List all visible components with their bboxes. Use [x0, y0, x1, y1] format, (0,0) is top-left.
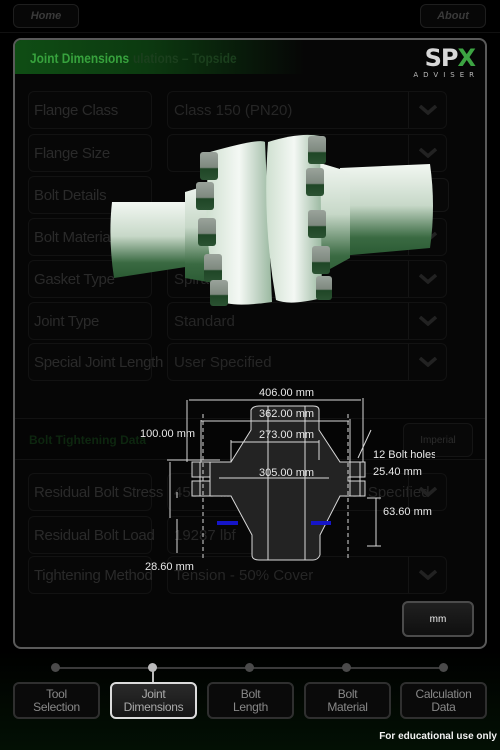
step-dot-5: [439, 663, 448, 672]
row-special-joint-length: Special Joint Length User Specified: [15, 343, 485, 381]
step-dot-1: [51, 663, 60, 672]
dim-hub-diameter: 273.00 mm: [259, 429, 314, 441]
top-divider: [0, 32, 500, 33]
logo-sub-text: ADVISER: [413, 71, 479, 79]
dim-bolt-hole-size: 25.40 mm: [373, 466, 422, 478]
chevron-down-icon[interactable]: [408, 344, 446, 380]
flange-3d-model: [110, 134, 433, 306]
special-joint-length-label: Special Joint Length: [28, 343, 163, 381]
dim-flange-thickness: 28.60 mm: [145, 561, 194, 573]
special-joint-length-select[interactable]: User Specified: [167, 343, 447, 381]
main-panel: ulations – Topside Joint Dimensions SPX …: [13, 38, 487, 649]
step-dot-4: [342, 663, 351, 672]
step-joint-dimensions[interactable]: Joint Dimensions: [110, 682, 197, 719]
step-dot-3: [245, 663, 254, 672]
dim-outer-diameter: 406.00 mm: [259, 387, 314, 399]
home-button[interactable]: Home: [13, 4, 79, 28]
step-connector: [152, 671, 154, 682]
dim-bolt-holes-count: 12 Bolt holes: [373, 449, 435, 461]
tightening-method-label: Tightening Method: [28, 556, 153, 594]
step-calculation-data[interactable]: Calculation Data: [400, 682, 487, 719]
row-flange-class: Flange Class Class 150 (PN20): [15, 91, 485, 129]
logo-sp-text: SP: [424, 44, 459, 72]
dim-bore: 305.00 mm: [259, 467, 314, 479]
panel-title: Joint Dimensions: [30, 50, 130, 66]
right-pipe: [340, 164, 433, 256]
unit-toggle-button[interactable]: mm: [402, 601, 474, 637]
step-bolt-length[interactable]: Bolt Length: [207, 682, 294, 719]
step-bolt-material[interactable]: Bolt Material: [304, 682, 391, 719]
panel-title-ghost: ulations – Topside: [133, 50, 237, 66]
bolt-tightening-title: Bolt Tightening Data: [29, 433, 147, 447]
chevron-down-icon[interactable]: [408, 92, 446, 128]
dim-hub-length: 100.00 mm: [140, 428, 195, 440]
logo-x-text: X: [457, 44, 475, 72]
step-tool-selection[interactable]: Tool Selection: [13, 682, 100, 719]
special-joint-length-value: User Specified: [174, 353, 272, 371]
about-button[interactable]: About: [420, 4, 486, 28]
flange-class-select[interactable]: Class 150 (PN20): [167, 91, 447, 129]
dim-bolt-circle: 362.00 mm: [259, 408, 314, 420]
joint-type-value: Standard: [174, 312, 235, 330]
educational-use-note: For educational use only: [379, 731, 497, 742]
residual-bolt-load-label: Residual Bolt Load: [28, 516, 155, 554]
dim-joint-gap: 63.60 mm: [383, 506, 432, 518]
residual-bolt-stress-label: Residual Bolt Stress: [28, 473, 163, 511]
flange-class-value: Class 150 (PN20): [174, 101, 293, 119]
flange-class-label: Flange Class: [28, 91, 152, 129]
flange-drawing: 406.00 mm 362.00 mm 273.00 mm 305.00 mm …: [140, 387, 435, 573]
spx-logo: SPX ADVISER: [403, 44, 476, 79]
